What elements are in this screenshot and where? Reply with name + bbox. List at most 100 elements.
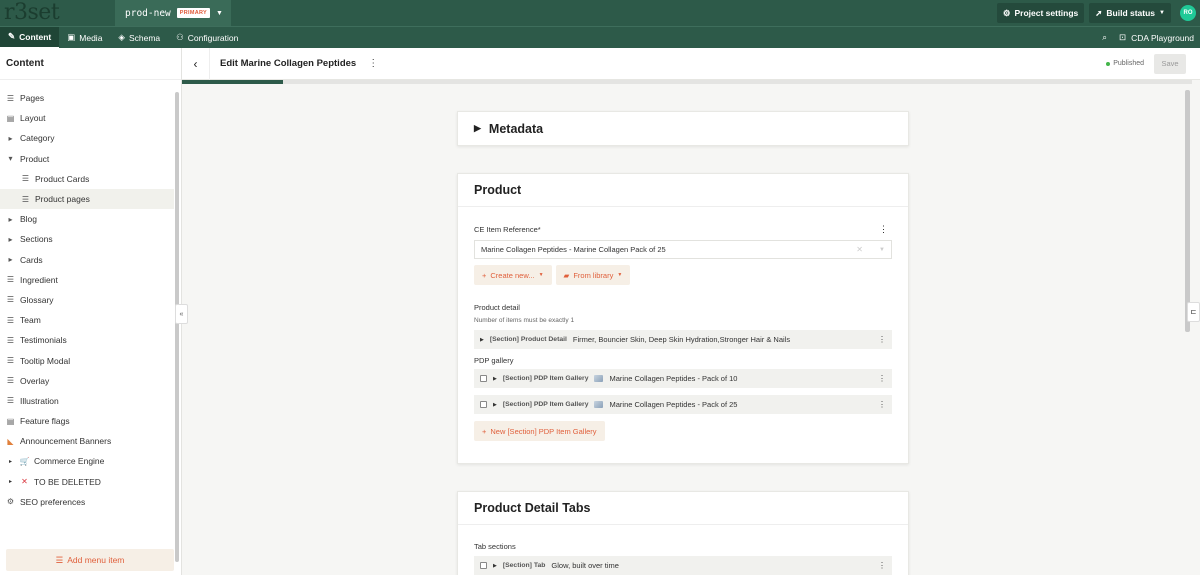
sidebar-item[interactable]: ▸ Blog [0,209,174,229]
folder-icon: ▰ [563,270,570,280]
more-options-icon[interactable]: ⋮ [878,400,886,409]
more-options-icon[interactable]: ⋮ [368,58,378,69]
triangle-right-icon: ▶ [474,123,481,133]
sidebar-item[interactable]: ☰ Pages [0,88,174,108]
list-icon: ☰ [6,356,15,366]
sidebar-item[interactable]: ▸ Category [0,128,174,148]
more-options-icon[interactable]: ⋮ [879,224,888,235]
project-settings-button[interactable]: ⚙ Project settings [996,3,1085,23]
list-item[interactable]: ▶ [Section] Tab Glow, built over time ⋮ [474,556,892,575]
product-detail-tabs-card: Product Detail Tabs Tab sections ▶ [Sect… [457,491,909,575]
gear-icon: ⚙ [6,497,15,507]
product-title: Product [458,174,908,207]
product-detail-row[interactable]: ▶ [Section] Product Detail Firmer, Bounc… [474,330,892,349]
nav-schema[interactable]: ◈ Schema [110,27,168,49]
sidebar-item[interactable]: ☰ Glossary [0,290,174,310]
triangle-right-icon[interactable]: ▶ [493,563,497,569]
from-library-button[interactable]: ▰ From library ▼ [555,265,631,285]
sidebar-item[interactable]: ▤ Feature flags [0,411,174,431]
build-status-button[interactable]: ➚ Build status ▼ [1089,3,1171,23]
content-sidebar: Content ☰ Pages ▤ Layout ▸ Category ▾ Product ☰ P… [0,48,182,575]
metadata-header[interactable]: ▶ Metadata [458,112,908,145]
sidebar-item[interactable]: ☰ Tooltip Modal [0,350,174,370]
expand-panel-button[interactable]: ⊏ [1187,302,1200,322]
sidebar-item[interactable]: ▸ Cards [0,250,174,270]
triangle-right-icon: ▸ [8,133,13,143]
environment-switcher[interactable]: prod-new PRIMARY ▼ [115,0,231,26]
triangle-right-icon[interactable]: ▶ [493,376,497,382]
from-library-label: From library [573,270,614,280]
environment-name: prod-new [125,7,171,19]
clear-icon[interactable]: ✕ [856,245,863,254]
sidebar-item-label: Product pages [35,194,90,205]
list-item[interactable]: ▶ [Section] PDP Item Gallery Marine Coll… [474,369,892,388]
new-pdp-gallery-button[interactable]: + New [Section] PDP Item Gallery [474,421,605,441]
cda-playground-button[interactable]: ⊡ CDA Playground [1119,32,1194,43]
row-checkbox[interactable] [480,375,487,382]
more-options-icon[interactable]: ⋮ [878,335,886,344]
triangle-right-icon[interactable]: ▶ [480,337,484,343]
sidebar-item[interactable]: ☰ Testimonials [0,330,174,350]
chevron-down-icon: ▼ [617,272,623,278]
sidebar-item[interactable]: ▸ 🛒 Commerce Engine [0,451,174,471]
app-logo[interactable]: r3set [0,0,115,26]
ce-reference-value: Marine Collagen Peptides - Marine Collag… [481,245,666,254]
triangle-right-icon[interactable]: ▸ [6,478,15,485]
sidebar-item[interactable]: ☰ Illustration [0,391,174,411]
nav-content[interactable]: ✎ Content [0,26,60,49]
triangle-right-icon[interactable]: ▶ [493,402,497,408]
cart-icon: 🛒 [19,456,30,466]
sidebar-item[interactable]: ☰ Product Cards [0,169,174,189]
sidebar-scrollbar[interactable] [175,92,179,562]
sidebar-item[interactable]: ▾ Product [0,149,174,169]
sidebar-item[interactable]: ☰ Ingredient [0,270,174,290]
collapse-sidebar-button[interactable]: « [175,304,188,324]
list-item[interactable]: ▶ [Section] PDP Item Gallery Marine Coll… [474,395,892,414]
avatar[interactable]: RO [1180,5,1196,21]
sidebar-item[interactable]: ☰ Product pages [0,188,174,210]
sidebar-item[interactable]: ☰ Team [0,310,174,330]
main-scrollbar[interactable] [1185,90,1190,332]
product-card: Product CE Item Reference* ⋮ Marine Coll… [457,173,909,464]
sidebar-item[interactable]: ◣ Announcement Banners [0,431,174,451]
more-options-icon[interactable]: ⋮ [878,561,886,570]
list-icon: ☰ [6,295,15,305]
sidebar-item[interactable]: ▸ Sections [0,229,174,249]
list-icon: ☰ [6,376,15,386]
triangle-right-icon: ▸ [8,255,13,265]
chevron-down-icon[interactable]: ▼ [879,247,885,253]
product-detail-hint: Number of items must be exactly 1 [474,317,575,324]
chevron-down-icon: ▼ [1159,10,1165,16]
users-cog-icon: ⚇ [176,32,184,42]
nav-configuration[interactable]: ⚇ Configuration [168,27,246,49]
chevron-down-icon: ▼ [538,272,544,278]
sidebar-item[interactable]: ⚙ SEO preferences [0,492,174,512]
sidebar-item[interactable]: ☰ Overlay [0,371,174,391]
tab-row-kind: [Section] Tab [502,562,546,569]
row-checkbox[interactable] [480,562,487,569]
gear-icon: ⚙ [1002,7,1011,18]
status-label: Published [1113,60,1144,67]
save-button[interactable]: Save [1154,53,1186,74]
environment-badge: PRIMARY [176,8,211,18]
list-icon: ☰ [21,194,30,204]
add-menu-item-button[interactable]: ☰ Add menu item [6,549,174,571]
metadata-card[interactable]: ▶ Metadata [457,111,909,146]
sidebar-item-label: Product Cards [35,173,90,184]
create-new-label: Create new... [490,270,535,280]
sidebar-item-label: TO BE DELETED [34,476,101,487]
sidebar-item[interactable]: ▸ ✕ TO BE DELETED [0,472,174,492]
document-icon: ▤ [6,416,15,426]
tab-sections-label: Tab sections [474,542,516,551]
product-detail-label: Product detail [474,303,520,312]
create-new-button[interactable]: + Create new... ▼ [474,265,552,285]
triangle-right-icon[interactable]: ▸ [6,458,15,465]
sidebar-item[interactable]: ▤ Layout [0,108,174,128]
row-checkbox[interactable] [480,401,487,408]
nav-media[interactable]: ▣ Media [59,27,110,49]
search-icon[interactable]: ⌕ [1102,32,1107,43]
triangle-down-icon: ▾ [8,154,13,164]
back-button[interactable]: ‹ [182,47,210,80]
more-options-icon[interactable]: ⋮ [878,374,886,383]
sidebar-item-label: Tooltip Modal [20,355,71,366]
